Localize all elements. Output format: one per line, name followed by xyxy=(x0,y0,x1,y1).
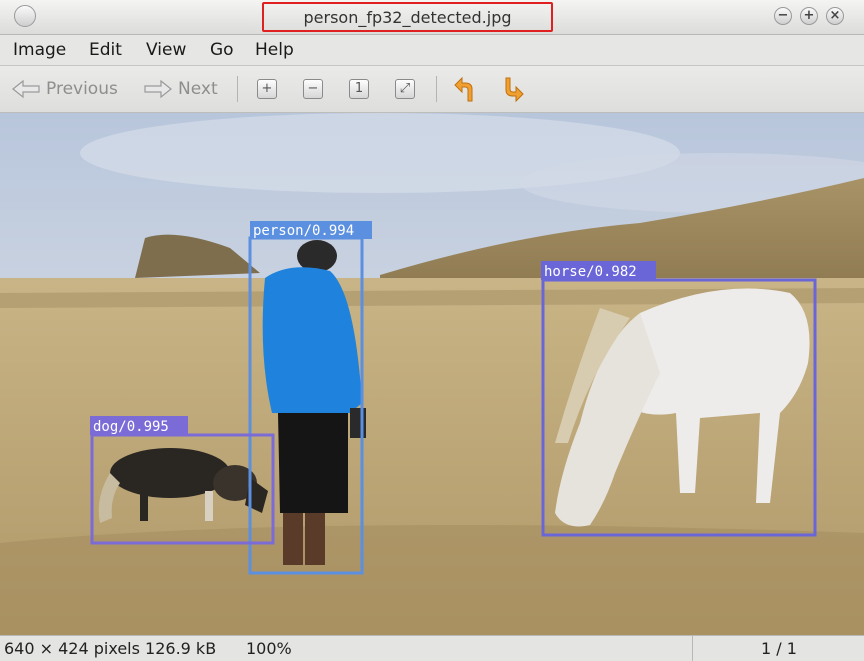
next-arrow-icon xyxy=(144,79,172,99)
menu-view[interactable]: View xyxy=(146,40,186,60)
zoom-level: 100% xyxy=(246,639,292,658)
toolbar-separator xyxy=(436,76,437,102)
toolbar: Previous Next + − 1 ⤢ xyxy=(0,66,864,113)
rotate-right-icon[interactable] xyxy=(500,75,526,103)
rotate-left-icon[interactable] xyxy=(452,75,478,103)
person-label: person/0.994 xyxy=(253,223,354,239)
dog-label: dog/0.995 xyxy=(93,419,169,435)
zoom-normal-icon[interactable]: 1 xyxy=(349,79,369,99)
menu-edit[interactable]: Edit xyxy=(89,40,122,60)
image-viewport[interactable]: person/0.994 dog/0.995 horse/0.982 xyxy=(0,113,864,635)
menu-help[interactable]: Help xyxy=(255,40,294,60)
menu-bar: Image Edit View Go Help xyxy=(0,35,864,66)
next-button[interactable]: Next xyxy=(142,76,218,102)
status-bar: 640 × 424 pixels 126.9 kB 100% 1 / 1 xyxy=(0,635,864,661)
window-title: person_fp32_detected.jpg xyxy=(303,8,512,27)
window-menu-icon[interactable] xyxy=(14,5,36,27)
toolbar-separator xyxy=(237,76,238,102)
title-highlight: person_fp32_detected.jpg xyxy=(262,2,553,32)
next-label: Next xyxy=(178,79,218,99)
zoom-in-icon[interactable]: + xyxy=(257,79,277,99)
detected-photo: person/0.994 dog/0.995 horse/0.982 xyxy=(0,113,864,635)
maximize-button[interactable]: + xyxy=(800,7,818,25)
zoom-fit-icon[interactable]: ⤢ xyxy=(395,79,415,99)
horse-label: horse/0.982 xyxy=(544,264,637,280)
previous-label: Previous xyxy=(46,79,118,99)
image-info: 640 × 424 pixels 126.9 kB xyxy=(4,639,217,658)
close-button[interactable]: × xyxy=(826,7,844,25)
page-counter: 1 / 1 xyxy=(761,639,797,658)
previous-button[interactable]: Previous xyxy=(10,76,118,102)
menu-go[interactable]: Go xyxy=(210,40,234,60)
title-bar: person_fp32_detected.jpg − + × xyxy=(0,0,864,35)
previous-arrow-icon xyxy=(12,79,40,99)
menu-image[interactable]: Image xyxy=(13,40,66,60)
zoom-out-icon[interactable]: − xyxy=(303,79,323,99)
page-counter-cell: 1 / 1 xyxy=(692,636,864,661)
minimize-button[interactable]: − xyxy=(774,7,792,25)
